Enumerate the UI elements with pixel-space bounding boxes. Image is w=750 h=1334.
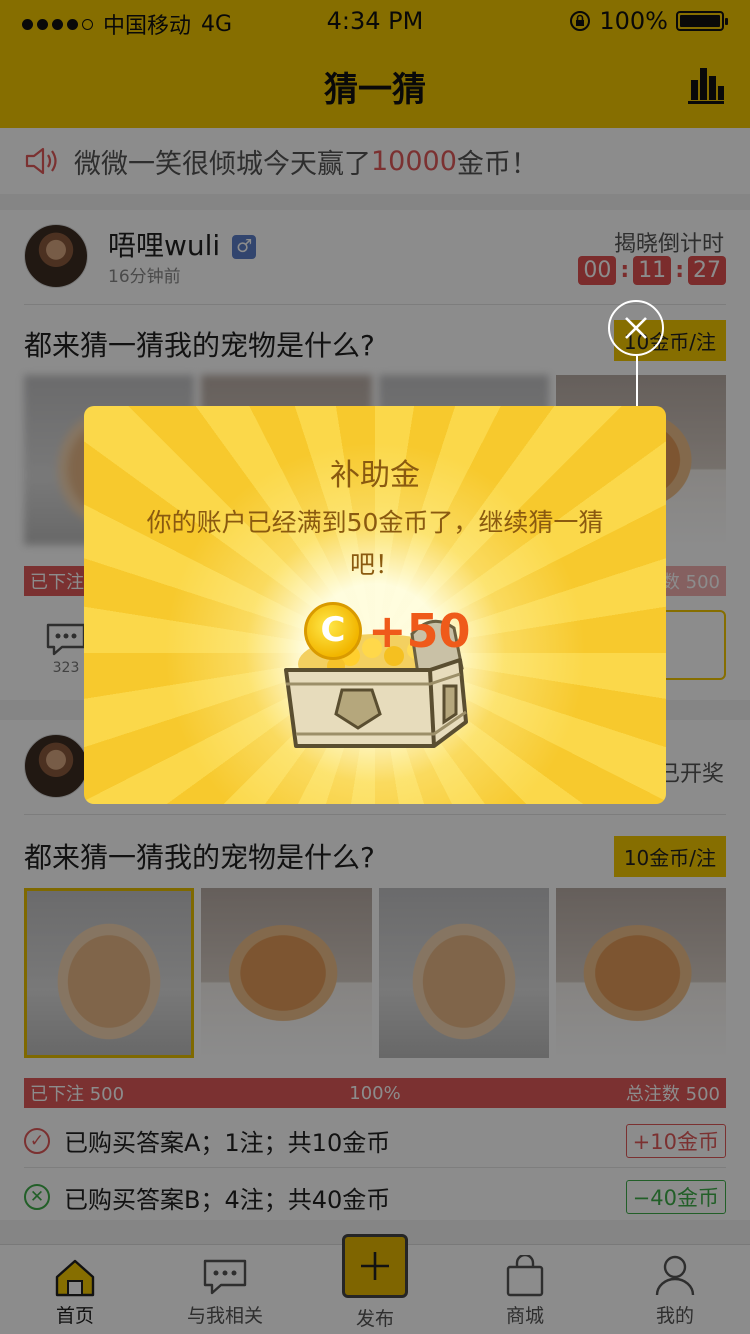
modal-backdrop-top [0,0,750,128]
close-icon [625,317,647,339]
subsidy-modal: 补助金 你的账户已经满到50金币了，继续猜一猜吧！ C +50 [84,406,666,804]
modal-title: 补助金 [330,458,420,493]
close-button[interactable] [608,300,664,356]
modal-message: 你的账户已经满到50金币了，继续猜一猜吧！ [146,508,604,579]
reward-amount: +50 [368,604,471,658]
close-connector [636,356,638,406]
coin-icon: C [304,602,362,660]
